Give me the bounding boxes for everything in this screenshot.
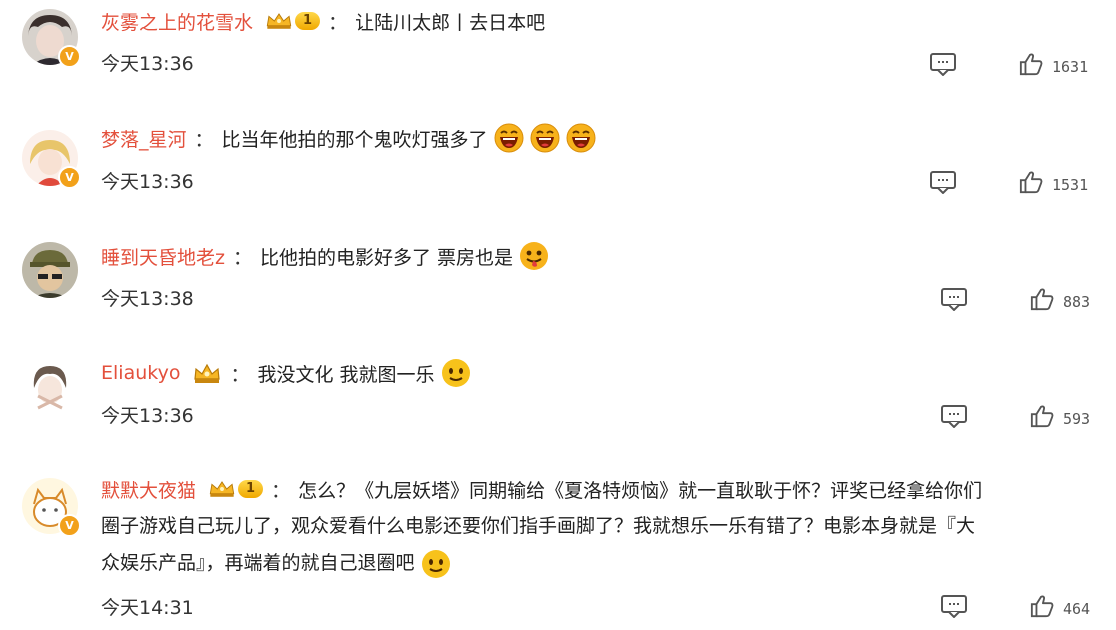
smile-emoji-icon bbox=[441, 358, 471, 388]
comment-time: 今天13:38 bbox=[101, 288, 194, 310]
username[interactable]: 梦落_星河 bbox=[101, 125, 187, 152]
colon-separator: ： bbox=[328, 11, 348, 34]
like-icon[interactable] bbox=[1030, 404, 1054, 428]
comment-time: 今天13:36 bbox=[101, 171, 194, 193]
username[interactable]: 灰雾之上的花雪水 bbox=[101, 8, 253, 35]
user-avatar-image bbox=[22, 242, 78, 298]
like-count: 883 bbox=[1063, 293, 1091, 311]
like-icon[interactable] bbox=[1019, 52, 1043, 76]
verified-badge-icon: V bbox=[58, 45, 81, 68]
crown-icon bbox=[265, 10, 293, 32]
comment-text-continued: 圈子游戏自己玩儿了，观众爱看什么电影还要你们指手画脚了？我就想乐一乐有错了？电影… bbox=[101, 508, 1106, 582]
verified-badge-icon: V bbox=[58, 166, 81, 189]
like-icon[interactable] bbox=[1019, 170, 1043, 194]
like-count: 1631 bbox=[1052, 58, 1089, 76]
comment-text: 我没文化 我就图一乐 bbox=[257, 363, 435, 386]
like-icon[interactable] bbox=[1030, 594, 1054, 618]
avatar[interactable]: V bbox=[22, 9, 81, 68]
smile-emoji-icon bbox=[421, 549, 451, 579]
comment-text-line-content: 众娱乐产品』，再端着的就自己退圈吧 bbox=[101, 552, 415, 574]
avatar[interactable]: V bbox=[22, 130, 81, 189]
like-icon[interactable] bbox=[1030, 287, 1054, 311]
laughing-emoji-icon bbox=[530, 123, 560, 153]
reply-icon[interactable] bbox=[929, 52, 957, 76]
crown-icon bbox=[192, 361, 222, 385]
level-badge: 1 bbox=[265, 9, 321, 33]
avatar[interactable] bbox=[22, 358, 78, 414]
reply-icon[interactable] bbox=[940, 404, 968, 428]
comment-text-line: 圈子游戏自己玩儿了，观众爱看什么电影还要你们指手画脚了？我就想乐一乐有错了？电影… bbox=[101, 515, 976, 537]
username[interactable]: 默默大夜猫 bbox=[101, 476, 196, 503]
comment-text: 怎么？《九层妖塔》同期输给《夏洛特烦恼》就一直耿耿于怀？评奖已经拿给你们 bbox=[298, 479, 983, 502]
like-count: 464 bbox=[1063, 600, 1091, 618]
user-avatar-image bbox=[22, 358, 78, 414]
comment-text: 比他拍的电影好多了 票房也是 bbox=[260, 246, 514, 269]
comment-text-line: 众娱乐产品』，再端着的就自己退圈吧 bbox=[101, 545, 1106, 582]
avatar[interactable]: V bbox=[22, 478, 81, 537]
laughing-emoji-icon bbox=[494, 123, 524, 153]
laughing-emoji-icon bbox=[566, 123, 596, 153]
like-count: 593 bbox=[1063, 410, 1091, 428]
reply-icon[interactable] bbox=[940, 594, 968, 618]
level-badge: 1 bbox=[208, 477, 264, 501]
level-number: 1 bbox=[295, 12, 321, 30]
colon-separator: ： bbox=[232, 246, 252, 269]
comment-text: 让陆川太郎丨去日本吧 bbox=[355, 11, 546, 34]
avatar[interactable] bbox=[22, 242, 78, 298]
tongue-out-emoji-icon bbox=[519, 241, 549, 271]
colon-separator: ： bbox=[194, 128, 214, 151]
comment-time: 今天13:36 bbox=[101, 53, 194, 75]
username[interactable]: Eliaukyo bbox=[101, 362, 180, 384]
reply-icon[interactable] bbox=[929, 170, 957, 194]
verified-badge-icon: V bbox=[58, 514, 81, 537]
comment-time: 今天13:36 bbox=[101, 405, 194, 427]
reply-icon[interactable] bbox=[940, 287, 968, 311]
colon-separator: ： bbox=[271, 479, 291, 502]
comment-text: 比当年他拍的那个鬼吹灯强多了 bbox=[221, 128, 488, 151]
colon-separator: ： bbox=[230, 363, 250, 386]
like-count: 1531 bbox=[1052, 176, 1089, 194]
crown-icon bbox=[208, 478, 236, 500]
username[interactable]: 睡到天昏地老z bbox=[101, 243, 225, 270]
comment-time: 今天14:31 bbox=[101, 597, 194, 619]
level-number: 1 bbox=[238, 480, 264, 498]
